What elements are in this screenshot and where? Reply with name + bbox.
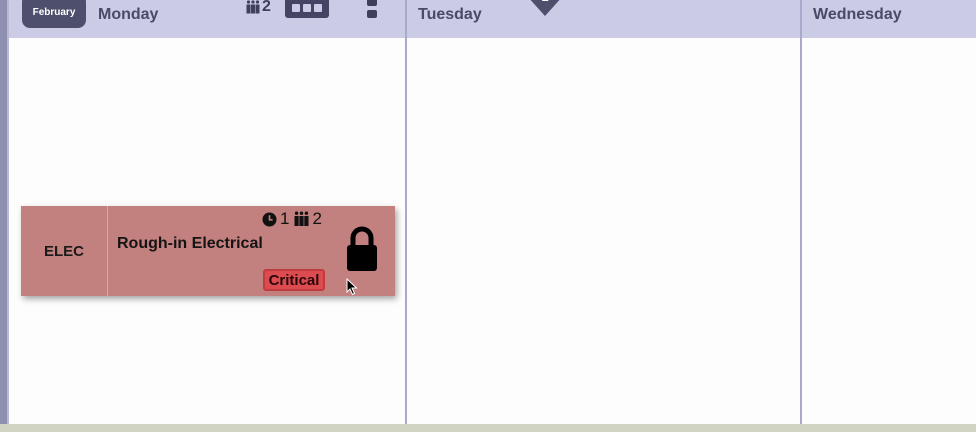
- critical-badge: Critical: [263, 269, 325, 291]
- grid-view-icon[interactable]: [285, 0, 329, 18]
- crew-icon: [294, 211, 309, 226]
- cursor-icon: [346, 278, 358, 296]
- crew-icon: [246, 0, 260, 14]
- column-divider: [405, 0, 407, 424]
- week-marker-number: 1: [527, 0, 563, 4]
- header-crew-count: 2: [246, 0, 271, 16]
- task-duration: 1: [280, 209, 290, 228]
- week-marker[interactable]: 1: [527, 0, 563, 16]
- bottom-strip: [0, 424, 976, 432]
- left-rail: [0, 0, 9, 432]
- task-crew-count: 2: [312, 209, 322, 228]
- column-divider: [800, 0, 802, 424]
- lock-icon[interactable]: [346, 226, 378, 272]
- month-button[interactable]: February: [22, 0, 86, 28]
- task-meta: 1 2: [262, 209, 322, 229]
- day-header-wednesday: Wednesday: [813, 6, 902, 23]
- task-card[interactable]: ELEC Rough-in Electrical 1 2 Critical: [21, 206, 395, 296]
- day-header-monday: Monday: [98, 6, 159, 23]
- clock-icon: [262, 212, 277, 226]
- header-crew-value: 2: [262, 0, 271, 15]
- task-trade: ELEC: [21, 206, 108, 296]
- task-name: Rough-in Electrical: [117, 235, 263, 252]
- month-label: February: [32, 6, 76, 18]
- more-menu-icon[interactable]: [366, 0, 378, 22]
- day-header-tuesday: Tuesday: [418, 6, 482, 23]
